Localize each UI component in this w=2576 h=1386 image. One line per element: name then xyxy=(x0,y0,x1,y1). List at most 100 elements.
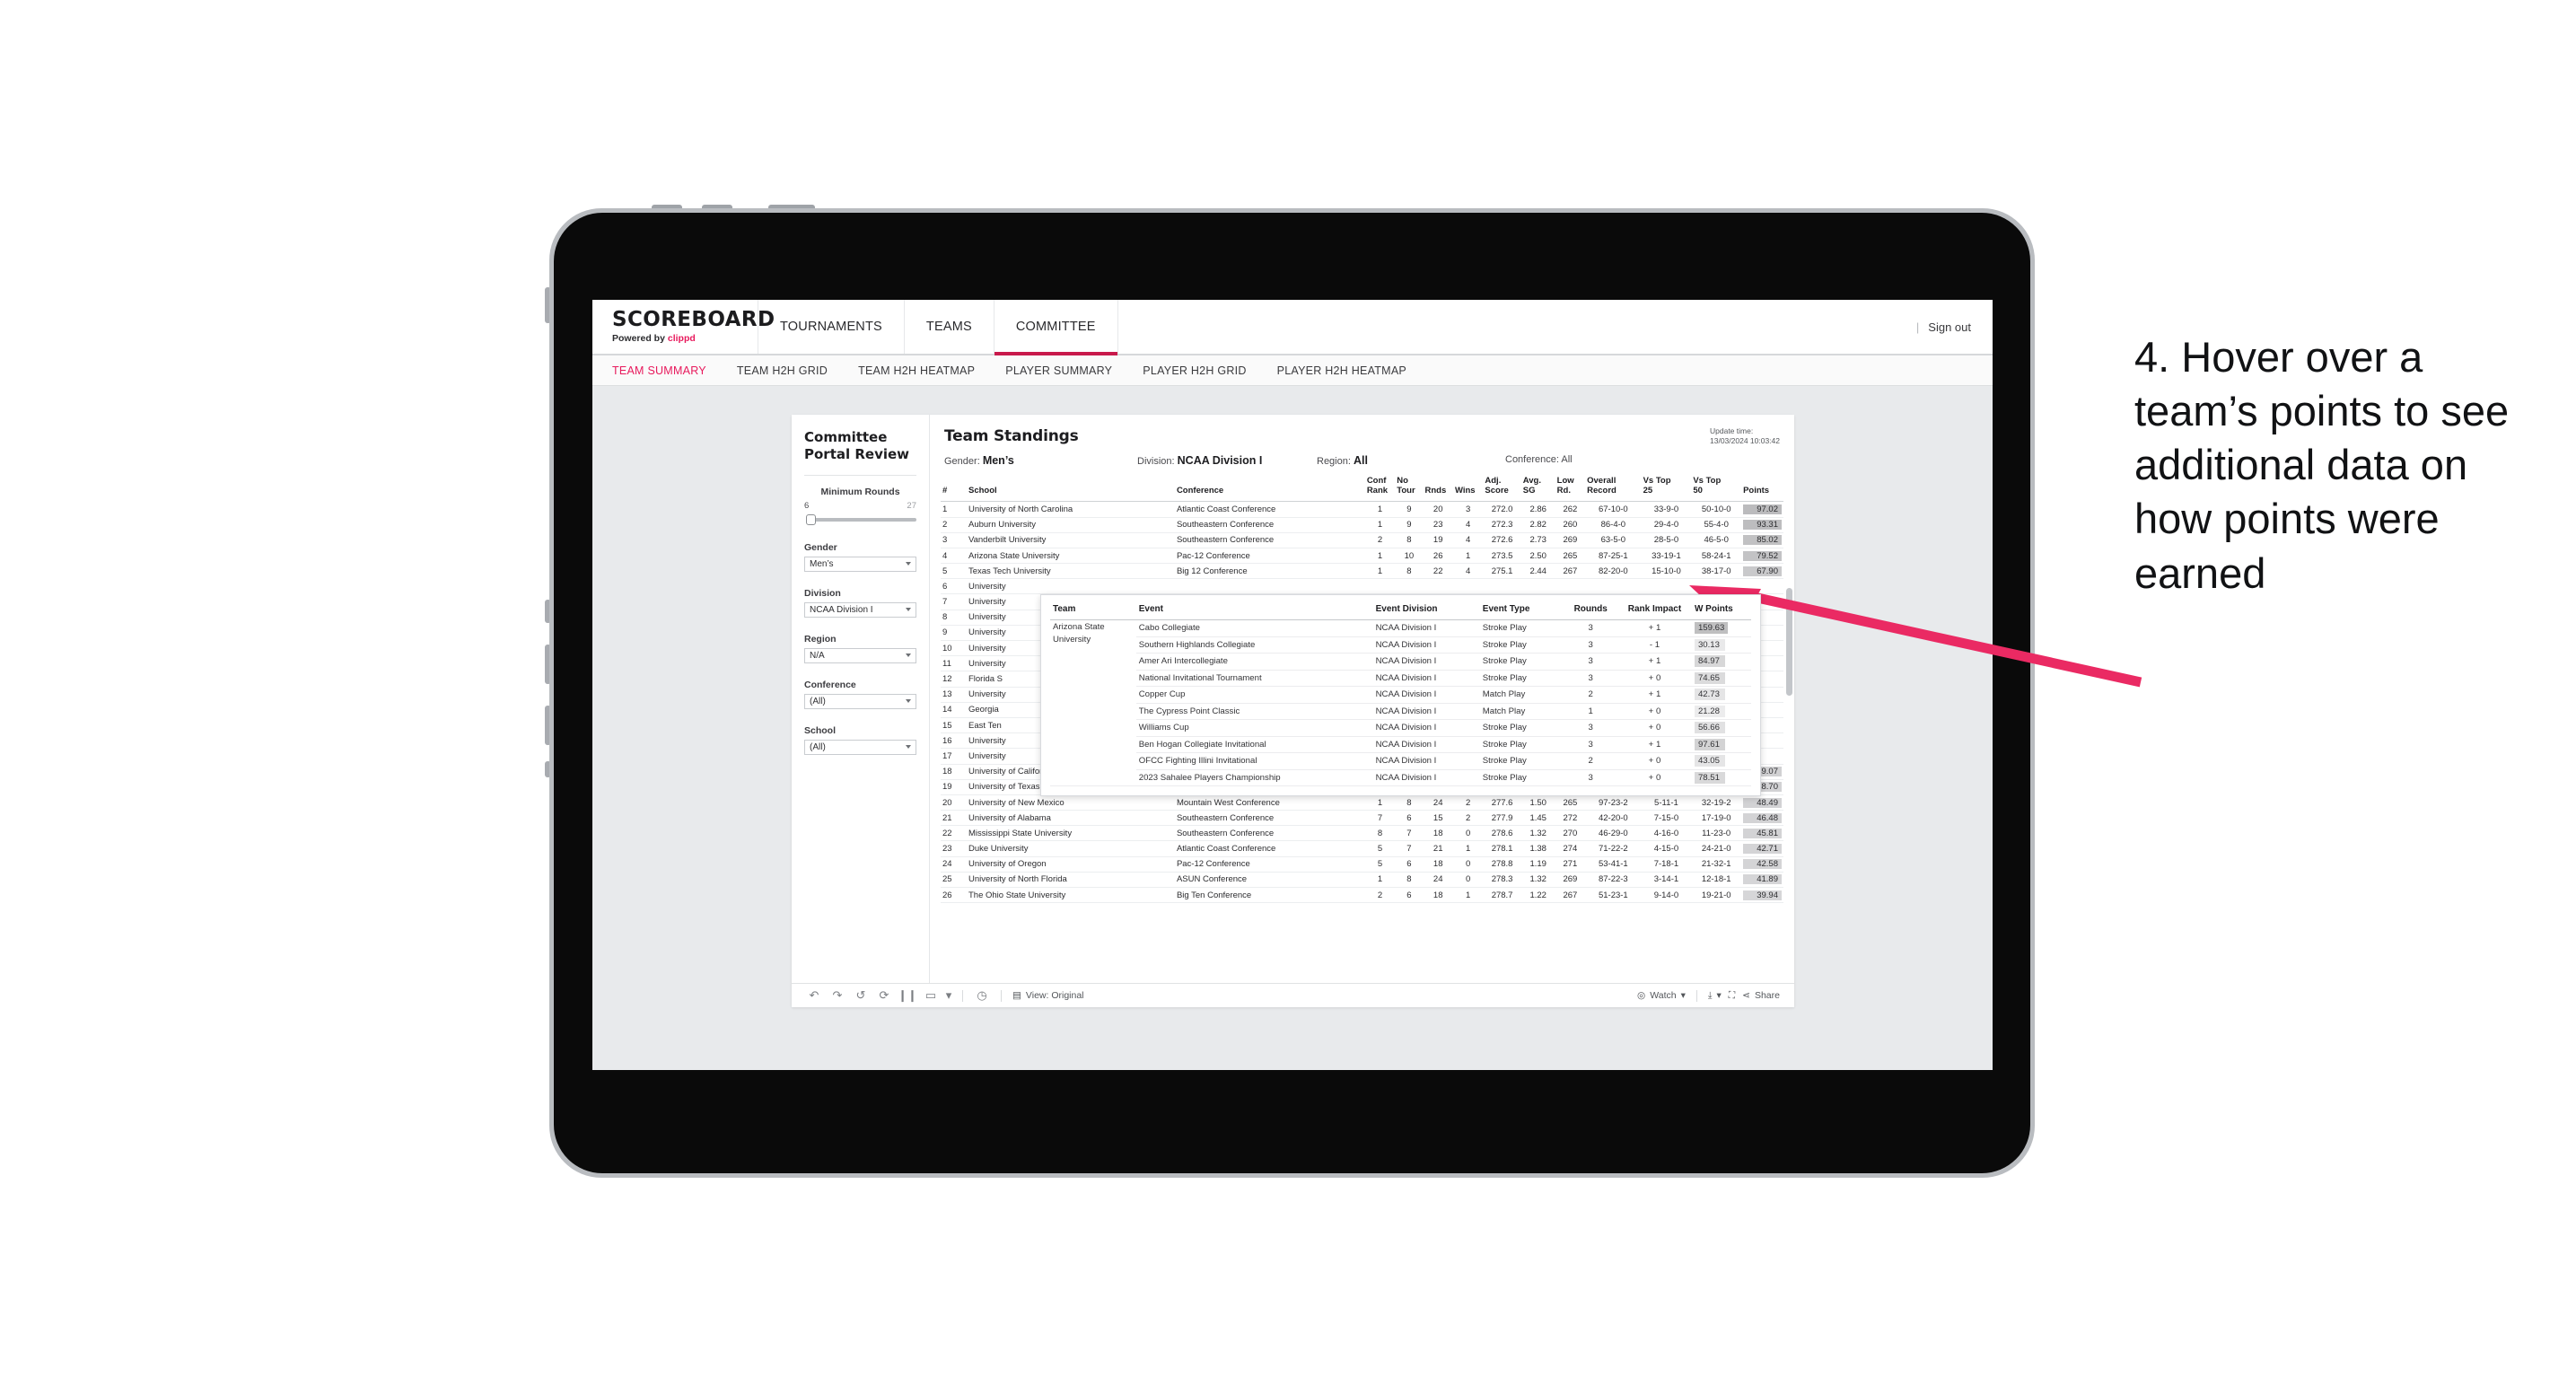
tooltip-row: Ben Hogan Collegiate Invitational NCAA Di… xyxy=(1050,736,1751,753)
col-points[interactable]: Points xyxy=(1741,475,1783,502)
conference-select[interactable]: (All) xyxy=(804,693,916,709)
view-original-button[interactable]: ▤ View: Original xyxy=(1009,990,1088,1001)
col-conference[interactable]: Conference xyxy=(1174,475,1365,502)
fullscreen-button[interactable]: ⛶ xyxy=(1725,990,1739,1002)
tab-team-h2h-heatmap[interactable]: TEAM H2H HEATMAP xyxy=(858,364,975,377)
cell-no-tour: 7 xyxy=(1395,825,1424,842)
cell-points[interactable]: 85.02 xyxy=(1741,532,1783,548)
table-row[interactable]: 1 University of North Carolina Atlantic Co… xyxy=(941,501,1783,518)
col-rec-l2: Record xyxy=(1587,485,1617,496)
watch-icon: ◎ xyxy=(1637,990,1646,1001)
cell-points[interactable]: 97.02 xyxy=(1741,501,1783,518)
pause-updates-icon[interactable]: ❙❙ xyxy=(896,987,919,1004)
update-time-value: 13/03/2024 10:03:42 xyxy=(1710,436,1780,446)
table-row[interactable]: 4 Arizona State University Pac-12 Conferen… xyxy=(941,548,1783,565)
table-row[interactable]: 24 University of Oregon Pac-12 Conference 5… xyxy=(941,856,1783,873)
w-points-value: 74.65 xyxy=(1694,671,1725,684)
school-select[interactable]: (All) xyxy=(804,739,916,755)
col-no-tour[interactable]: No Tour xyxy=(1395,475,1424,502)
tab-team-summary[interactable]: TEAM SUMMARY xyxy=(612,364,706,377)
tooltip-cell-event: The Cypress Point Classic xyxy=(1135,703,1373,720)
cell-school: Vanderbilt University xyxy=(966,532,1175,548)
cell-school: University of North Carolina xyxy=(966,501,1175,518)
col-vs-top-25[interactable]: Vs Top 25 xyxy=(1641,475,1692,502)
cell-overall-record xyxy=(1585,578,1642,595)
undo-icon[interactable]: ↶ xyxy=(802,987,826,1004)
col-adj-score[interactable]: Adj. Score xyxy=(1483,475,1521,502)
cell-points[interactable]: 48.49 xyxy=(1741,794,1783,811)
cell-points[interactable]: 42.71 xyxy=(1741,840,1783,857)
tt-col-event: Event xyxy=(1135,602,1373,620)
tab-player-h2h-heatmap[interactable]: PLAYER H2H HEATMAP xyxy=(1277,364,1406,377)
chevron-down-icon[interactable]: ▾ xyxy=(942,987,955,1004)
cell-points[interactable]: 42.58 xyxy=(1741,856,1783,873)
tooltip-tbody: Arizona State University Cabo Collegiate N… xyxy=(1050,619,1751,786)
table-row[interactable]: 5 Texas Tech University Big 12 Conference 1… xyxy=(941,563,1783,580)
cell-points[interactable]: 41.89 xyxy=(1741,872,1783,889)
download-button[interactable]: ⤓ ▾ xyxy=(1704,990,1725,1002)
revert-icon[interactable]: ↺ xyxy=(849,987,872,1004)
cell-adj-score: 272.3 xyxy=(1483,517,1521,533)
slider-handle[interactable] xyxy=(806,513,816,525)
tooltip-cell-event: Cabo Collegiate xyxy=(1135,619,1373,637)
table-row[interactable]: 23 Duke University Atlantic Coast Conferen… xyxy=(941,840,1783,857)
view-dropdown-icon[interactable]: ▭ xyxy=(919,987,942,1004)
redo-icon[interactable]: ↷ xyxy=(826,987,849,1004)
nav-tournaments[interactable]: TOURNAMENTS xyxy=(758,300,905,354)
col-adj-l2: Score xyxy=(1485,485,1509,496)
col-rank[interactable]: # xyxy=(941,475,967,502)
history-icon[interactable]: ◷ xyxy=(970,987,994,1004)
tab-player-h2h-grid[interactable]: PLAYER H2H GRID xyxy=(1143,364,1246,377)
nav-teams[interactable]: TEAMS xyxy=(905,300,994,354)
brand-logo[interactable]: SCOREBOARD Powered by clippd xyxy=(592,300,775,354)
col-school[interactable]: School xyxy=(966,475,1175,502)
col-low-rd[interactable]: Low Rd. xyxy=(1555,475,1586,502)
tooltip-row: Arizona State University Cabo Collegiate N… xyxy=(1050,619,1751,786)
refresh-icon[interactable]: ⟳ xyxy=(872,987,896,1004)
minimum-rounds-slider[interactable] xyxy=(804,513,916,526)
chevron-down-icon xyxy=(906,608,911,611)
cell-points[interactable]: 45.81 xyxy=(1741,825,1783,842)
col-wins[interactable]: Wins xyxy=(1452,475,1484,502)
tooltip-cell-rank-impact: + 0 xyxy=(1617,752,1692,770)
gender-select[interactable]: Men’s xyxy=(804,556,916,572)
table-row[interactable]: 20 University of New Mexico Mountain West … xyxy=(941,794,1783,811)
table-row[interactable]: 6 University xyxy=(941,578,1783,595)
table-row[interactable]: 22 Mississippi State University Southeaste… xyxy=(941,825,1783,842)
cell-rnds: 18 xyxy=(1423,856,1453,873)
share-button[interactable]: ⋖ Share xyxy=(1739,990,1783,1001)
tooltip-header-row: Team Event Event Division Event Type Rou… xyxy=(1050,602,1751,620)
sign-out-area[interactable]: | Sign out xyxy=(1916,300,1993,354)
cell-points[interactable]: 93.31 xyxy=(1741,517,1783,533)
cell-points[interactable]: 39.94 xyxy=(1741,887,1783,904)
cell-points[interactable]: 79.52 xyxy=(1741,548,1783,565)
watch-button[interactable]: ◎ Watch ▾ xyxy=(1634,990,1689,1001)
col-avg-sg[interactable]: Avg. SG xyxy=(1520,475,1555,502)
table-row[interactable]: 3 Vanderbilt University Southeastern Confe… xyxy=(941,532,1783,548)
tab-player-summary[interactable]: PLAYER SUMMARY xyxy=(1005,364,1112,377)
tooltip-cell-rounds: 3 xyxy=(1564,736,1617,753)
col-conf-rank[interactable]: Conf Rank xyxy=(1364,475,1396,502)
cell-rank: 7 xyxy=(941,593,967,610)
tooltip-cell-event-division: NCAA Division I xyxy=(1372,703,1480,720)
tab-team-h2h-grid[interactable]: TEAM H2H GRID xyxy=(737,364,828,377)
table-row[interactable]: 26 The Ohio State University Big Ten Confe… xyxy=(941,887,1783,904)
col-rnds[interactable]: Rnds xyxy=(1423,475,1453,502)
col-vs-top-50[interactable]: Vs Top 50 xyxy=(1691,475,1742,502)
chevron-down-icon: ▾ xyxy=(1680,990,1686,1001)
cell-rank: 21 xyxy=(941,810,967,827)
cell-conf-rank: 8 xyxy=(1364,825,1396,842)
cell-rnds: 21 xyxy=(1423,840,1453,857)
cell-wins: 2 xyxy=(1452,810,1484,827)
col-overall-record[interactable]: Overall Record xyxy=(1585,475,1642,502)
table-row[interactable]: 21 University of Alabama Southeastern Conf… xyxy=(941,810,1783,827)
filter-conference: Conference (All) xyxy=(804,680,916,709)
nav-committee[interactable]: COMMITTEE xyxy=(994,300,1118,355)
cell-adj-score xyxy=(1483,578,1521,595)
table-row[interactable]: 25 University of North Florida ASUN Confer… xyxy=(941,872,1783,889)
tooltip-cell-event: Ben Hogan Collegiate Invitational xyxy=(1135,736,1373,753)
table-row[interactable]: 2 Auburn University Southeastern Conferenc… xyxy=(941,517,1783,533)
division-select[interactable]: NCAA Division I xyxy=(804,601,916,618)
region-select[interactable]: N/A xyxy=(804,647,916,663)
cell-points[interactable]: 46.48 xyxy=(1741,810,1783,827)
